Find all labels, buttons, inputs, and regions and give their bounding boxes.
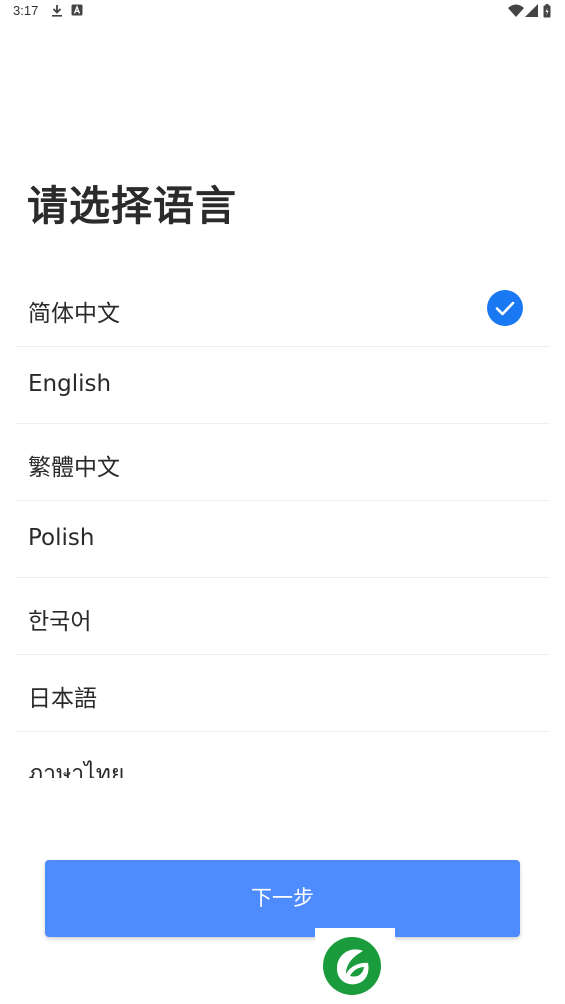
- language-option-traditional-chinese[interactable]: 繁體中文: [15, 424, 550, 501]
- language-label: 繁體中文: [28, 455, 120, 481]
- language-label: 한국어: [28, 609, 92, 635]
- leaf-logo-icon: [323, 937, 381, 995]
- signal-icon: [525, 4, 538, 17]
- language-label: English: [28, 371, 112, 397]
- language-option-polish[interactable]: Polish: [15, 501, 550, 578]
- language-option-english[interactable]: English: [15, 347, 550, 424]
- page-title: 请选择语言: [27, 182, 237, 230]
- app-logo: [315, 928, 395, 1004]
- next-button[interactable]: 下一步: [45, 860, 520, 937]
- status-time: 3:17: [13, 3, 39, 18]
- font-icon: [71, 4, 83, 16]
- status-bar: 3:17: [0, 0, 565, 24]
- language-label: ภาษาไทย: [28, 761, 125, 778]
- language-option-simplified-chinese[interactable]: 简体中文: [15, 270, 550, 347]
- language-label: 简体中文: [28, 301, 120, 327]
- language-option-thai[interactable]: ภาษาไทย: [15, 732, 550, 778]
- language-option-japanese[interactable]: 日本語: [15, 655, 550, 732]
- language-option-korean[interactable]: 한국어: [15, 578, 550, 655]
- language-label: 日本語: [28, 686, 97, 712]
- download-icon: [52, 5, 62, 17]
- language-list[interactable]: 简体中文 English 繁體中文 Polish 한국어 日本語 ภาษาไทย: [15, 270, 550, 778]
- wifi-icon: [508, 4, 524, 17]
- checkmark-circle-icon: [487, 290, 523, 326]
- battery-icon: [543, 4, 551, 18]
- language-label: Polish: [28, 525, 95, 551]
